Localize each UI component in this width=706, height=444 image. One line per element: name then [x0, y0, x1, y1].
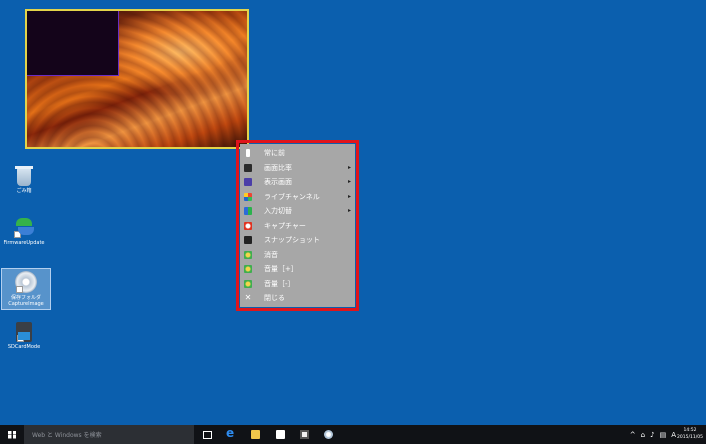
submenu-arrow-icon: ▸ [347, 192, 351, 200]
system-tray: ^ ⌂ ♪ ▤ A [630, 425, 676, 444]
context-menu: 常に前 画面比率 ▸ 表示画面 ▸ ライブチャンネル ▸ 入力切替 ▸ キャプチ… [240, 144, 355, 307]
menu-item-label: 入力切替 [264, 207, 292, 216]
menu-item-live-channel[interactable]: ライブチャンネル ▸ [240, 190, 355, 205]
task-view-icon[interactable] [203, 431, 212, 439]
search-placeholder: Web と Windows を検索 [32, 432, 102, 439]
desktop-icon-firmware-update[interactable]: FirmwareUpdate [0, 216, 48, 246]
input-switch-icon [244, 207, 252, 216]
menu-item-label: 消音 [264, 250, 278, 259]
menu-item-label: 音量［-］ [264, 279, 295, 288]
windows-logo-icon [8, 430, 16, 439]
chevron-up-icon[interactable]: ^ [630, 431, 636, 439]
menu-item-aspect-ratio[interactable]: 画面比率 ▸ [240, 161, 355, 176]
menu-item-close[interactable]: ✕ 閉じる [240, 291, 355, 306]
menu-item-input-switch[interactable]: 入力切替 ▸ [240, 204, 355, 219]
menu-item-label: キャプチャー [264, 221, 306, 230]
edge-browser-icon[interactable]: e [226, 427, 235, 439]
live-channel-icon [244, 192, 252, 201]
clock-time: 14:52 [683, 428, 697, 433]
menu-item-capture[interactable]: キャプチャー [240, 219, 355, 234]
shortcut-overlay-icon [17, 335, 24, 342]
shortcut-overlay-icon [16, 286, 23, 293]
menu-item-volume-down[interactable]: 音量［-］ [240, 277, 355, 292]
display-screen-icon [244, 178, 252, 187]
desktop-icon-saved-capture[interactable]: 保存フォルダ CaptureImage [1, 268, 51, 310]
desktop-icon-label: FirmwareUpdate [3, 240, 45, 246]
start-button[interactable] [0, 425, 24, 444]
app-window-icon[interactable] [300, 430, 309, 439]
store-icon[interactable] [276, 430, 285, 439]
menu-item-label: 閉じる [264, 294, 285, 303]
snapshot-icon [244, 236, 252, 245]
volume-icon[interactable]: ♪ [650, 431, 654, 439]
network-icon[interactable]: ⌂ [641, 431, 645, 439]
volume-down-icon [244, 279, 252, 288]
mute-icon [244, 250, 252, 259]
desktop[interactable]: ごみ箱 FirmwareUpdate 保存フォルダ CaptureImage S… [0, 0, 706, 425]
submenu-arrow-icon: ▸ [347, 207, 351, 214]
disc-app-icon[interactable] [324, 430, 333, 439]
menu-item-label: 画面比率 [264, 163, 292, 172]
taskbar-search-box[interactable]: Web と Windows を検索 [24, 425, 194, 444]
menu-item-label: 常に前 [264, 149, 285, 158]
desktop-icon-label: 保存フォルダ CaptureImage [8, 295, 44, 307]
update-arrows-icon [13, 216, 35, 238]
clock[interactable]: 14:52 2015/11/05 [676, 427, 704, 441]
close-icon: ✕ [244, 293, 252, 303]
desktop-icon-label: ごみ箱 [16, 188, 32, 194]
menu-item-label: 表示画面 [264, 178, 292, 187]
preview-dark-region [27, 11, 119, 76]
menu-item-label: 音量［+］ [264, 265, 298, 274]
submenu-arrow-icon: ▸ [347, 163, 351, 171]
desktop-icon-recycle-bin[interactable]: ごみ箱 [0, 166, 48, 194]
notification-icon[interactable]: ▤ [660, 431, 667, 439]
submenu-arrow-icon: ▸ [347, 178, 351, 185]
shortcut-overlay-icon [14, 231, 21, 238]
capture-icon [244, 221, 252, 230]
menu-item-label: スナップショット [264, 236, 320, 245]
video-preview-window[interactable] [25, 9, 249, 149]
file-explorer-icon[interactable] [251, 430, 260, 439]
taskbar: Web と Windows を検索 e ^ ⌂ ♪ ▤ A 14:52 2015… [0, 425, 706, 444]
aspect-ratio-icon [244, 163, 252, 172]
menu-item-label: ライブチャンネル [264, 192, 320, 201]
sd-card-icon [16, 322, 32, 342]
menu-item-display-screen[interactable]: 表示画面 ▸ [240, 175, 355, 190]
menu-item-always-on-top[interactable]: 常に前 [240, 146, 355, 161]
menu-item-volume-up[interactable]: 音量［+］ [240, 262, 355, 277]
desktop-icon-label: SDCardMode [7, 344, 41, 350]
menu-item-snapshot[interactable]: スナップショット [240, 233, 355, 248]
pin-icon [246, 149, 250, 158]
menu-item-mute[interactable]: 消音 [240, 248, 355, 263]
disc-icon [15, 271, 37, 293]
clock-date: 2015/11/05 [677, 435, 703, 440]
desktop-icon-sdcardmode[interactable]: SDCardMode [0, 322, 48, 350]
volume-up-icon [244, 265, 252, 274]
recycle-bin-icon [15, 166, 33, 186]
